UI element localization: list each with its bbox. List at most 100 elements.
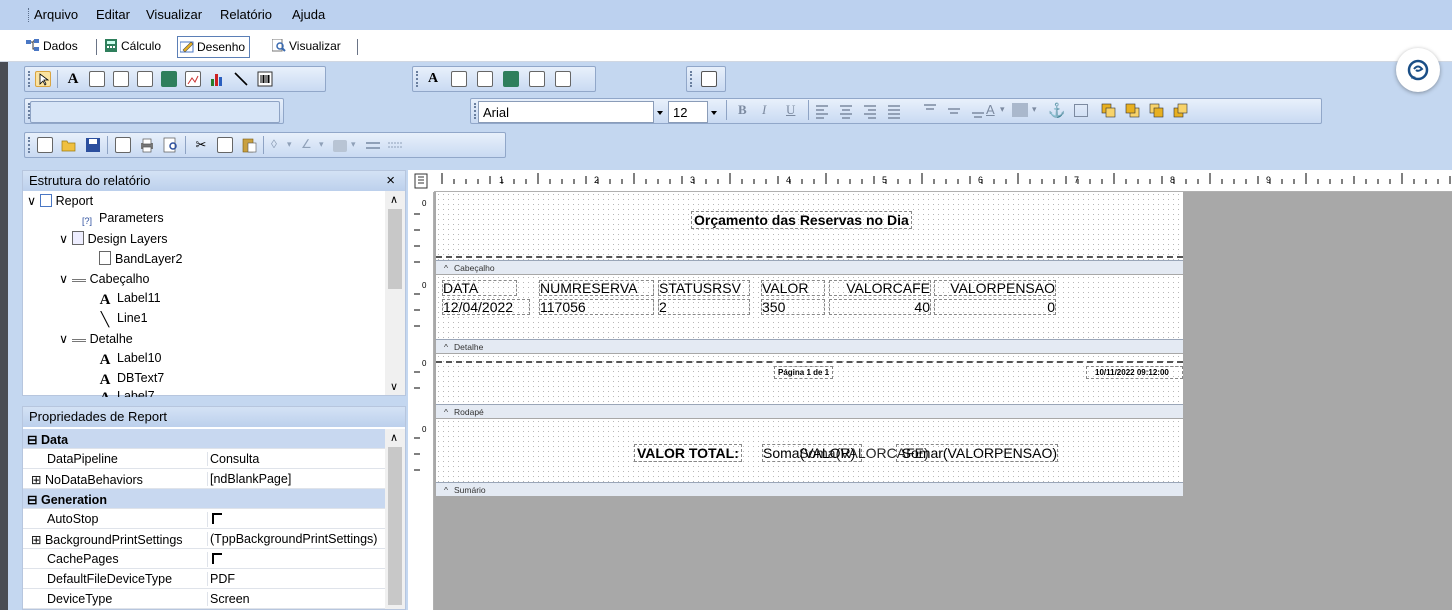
- prop-value[interactable]: PDF: [207, 572, 387, 586]
- tree-node-cabecalho[interactable]: ∨ Cabeçalho: [59, 271, 149, 286]
- autostop-checkbox[interactable]: [212, 513, 222, 524]
- column-label-statusrsv[interactable]: STATUSRSV: [658, 280, 750, 296]
- dbimage-tool-button[interactable]: [529, 71, 545, 87]
- props-scrollbar[interactable]: ∧: [385, 429, 405, 609]
- arrange-buttons[interactable]: [1100, 102, 1320, 120]
- dbtext-data[interactable]: 12/04/2022: [442, 299, 530, 315]
- font-color-dropdown[interactable]: ▾: [1000, 104, 1005, 115]
- bold-button[interactable]: B: [738, 102, 747, 118]
- tree-scrollbar-thumb[interactable]: [388, 209, 402, 289]
- menu-ajuda[interactable]: Ajuda: [292, 7, 325, 22]
- chart-tool-button[interactable]: [209, 71, 225, 87]
- line-thickness-button[interactable]: [365, 137, 381, 153]
- dbcalc-tool-button[interactable]: [503, 71, 519, 87]
- page-setup-button[interactable]: [115, 137, 131, 153]
- band-label-detail[interactable]: ^ Detalhe: [436, 339, 1183, 353]
- tree-scrollbar[interactable]: ∧ ∨: [385, 191, 405, 395]
- props-scrollbar-thumb[interactable]: [388, 447, 402, 605]
- save-button[interactable]: [85, 137, 101, 153]
- datetime-label[interactable]: 10/11/2022 09:12:00: [1086, 366, 1183, 379]
- font-size-dropdown[interactable]: [708, 101, 720, 123]
- new-button[interactable]: [37, 137, 53, 153]
- prop-category-generation[interactable]: ⊟ Generation: [23, 489, 387, 509]
- close-icon[interactable]: ×: [386, 172, 395, 189]
- line-tool-button[interactable]: [233, 71, 249, 87]
- align-buttons[interactable]: [814, 103, 914, 119]
- band-footer[interactable]: Página 1 de 1 10/11/2022 09:12:00: [436, 354, 1183, 404]
- prop-row-backgroundprintsettings[interactable]: ⊞ BackgroundPrintSettings (TppBackgroundP…: [23, 529, 387, 549]
- memo-tool-button[interactable]: [89, 71, 105, 87]
- dbrichtext-tool-button[interactable]: [477, 71, 493, 87]
- region-tool-button[interactable]: [701, 71, 717, 87]
- page-number-label[interactable]: Página 1 de 1: [774, 366, 834, 379]
- image-tool-button[interactable]: [185, 71, 201, 87]
- band-label-footer[interactable]: ^ Rodapé: [436, 404, 1183, 418]
- column-label-valorpensao[interactable]: VALORPENSAO: [934, 280, 1056, 296]
- dbtext-valor[interactable]: 350: [761, 299, 825, 315]
- select-pointer-button[interactable]: [35, 71, 51, 87]
- print-preview-button[interactable]: [163, 137, 179, 153]
- fill-color-button[interactable]: ◊: [271, 137, 287, 153]
- prop-row-datapipeline[interactable]: DataPipeline Consulta: [23, 449, 387, 469]
- underline-button[interactable]: U: [786, 102, 795, 118]
- footer-line[interactable]: [436, 361, 1183, 363]
- tree-node-bandlayer2[interactable]: BandLayer2: [99, 251, 182, 266]
- shadow-color-button[interactable]: [333, 140, 347, 152]
- band-detail[interactable]: DATA NUMRESERVA STATUSRSV VALOR VALORCAF…: [436, 275, 1183, 339]
- tree-node-label10[interactable]: A Label10: [97, 351, 162, 368]
- band-header[interactable]: Orçamento das Reservas no Dia: [436, 192, 1183, 260]
- cachepages-checkbox[interactable]: [212, 553, 222, 564]
- highlight-dropdown[interactable]: ▾: [1032, 104, 1037, 115]
- assistant-button[interactable]: [1396, 48, 1440, 92]
- calc-tool-button[interactable]: [137, 71, 153, 87]
- dbtext-valorcafe[interactable]: 40: [829, 299, 931, 315]
- layer-select[interactable]: [30, 101, 280, 123]
- dbbarcode-tool-button[interactable]: [555, 71, 571, 87]
- dbcalc-sum-valorpensao[interactable]: Somar(VALORPENSAO): [896, 444, 1058, 462]
- border-button[interactable]: [1074, 104, 1088, 117]
- dbmemo-tool-button[interactable]: [451, 71, 467, 87]
- prop-row-devicetype[interactable]: DeviceType Screen: [23, 589, 387, 609]
- prop-row-nodatabehaviors[interactable]: ⊞ NoDataBehaviors [ndBlankPage]: [23, 469, 387, 489]
- cut-button[interactable]: ✂: [193, 137, 209, 153]
- prop-row-defaultfiledevicetype[interactable]: DefaultFileDeviceType PDF: [23, 569, 387, 589]
- highlight-color-button[interactable]: [1012, 103, 1028, 117]
- tree-node-detalhe[interactable]: ∨ Detalhe: [59, 331, 133, 346]
- menu-relatorio[interactable]: Relatório: [220, 7, 272, 22]
- tab-calculo[interactable]: Cálculo: [102, 36, 165, 58]
- report-title-label[interactable]: Orçamento das Reservas no Dia: [691, 211, 912, 229]
- dbtext-tool-button[interactable]: A: [425, 71, 441, 87]
- paste-button[interactable]: [241, 137, 257, 153]
- prop-value[interactable]: [ndBlankPage]: [207, 472, 387, 486]
- column-label-valorcafe[interactable]: VALORCAFE: [829, 280, 931, 296]
- italic-button[interactable]: I: [762, 102, 766, 118]
- column-label-numreserva[interactable]: NUMRESERVA: [539, 280, 654, 296]
- column-label-valor[interactable]: VALOR: [761, 280, 825, 296]
- tab-desenho[interactable]: Desenho: [177, 36, 251, 58]
- menu-editar[interactable]: Editar: [96, 7, 130, 22]
- font-name-select[interactable]: Arial: [478, 101, 654, 123]
- prop-row-autostop[interactable]: AutoStop: [23, 509, 387, 529]
- font-color-button[interactable]: A: [986, 102, 995, 117]
- tree-node-line1[interactable]: ╲ Line1: [97, 311, 148, 327]
- tree-node-design-layers[interactable]: ∨ Design Layers: [59, 231, 168, 246]
- tree-node-report[interactable]: ∨ Report: [27, 193, 93, 208]
- prop-value[interactable]: Consulta: [207, 452, 387, 466]
- tab-dados[interactable]: Dados: [24, 36, 82, 58]
- menu-visualizar[interactable]: Visualizar: [146, 7, 202, 22]
- variable-tool-button[interactable]: [161, 71, 177, 87]
- tree-node-dbtext7[interactable]: A DBText7: [97, 371, 165, 388]
- ruler-corner-button[interactable]: [408, 170, 434, 192]
- prop-row-cachepages[interactable]: CachePages: [23, 549, 387, 569]
- prop-value[interactable]: Screen: [207, 592, 387, 606]
- tree-node-label7[interactable]: A Label7: [97, 389, 155, 397]
- tab-visualizar[interactable]: Visualizar: [270, 36, 345, 58]
- label-tool-button[interactable]: A: [65, 71, 81, 87]
- richtext-tool-button[interactable]: [113, 71, 129, 87]
- font-size-select[interactable]: 12: [668, 101, 708, 123]
- band-label-summary[interactable]: ^ Sumário: [436, 482, 1183, 496]
- barcode-tool-button[interactable]: [257, 71, 273, 87]
- dbtext-numreserva[interactable]: 117056: [539, 299, 654, 315]
- prop-value[interactable]: (TppBackgroundPrintSettings): [207, 532, 387, 546]
- menu-arquivo[interactable]: Arquivo: [34, 7, 78, 22]
